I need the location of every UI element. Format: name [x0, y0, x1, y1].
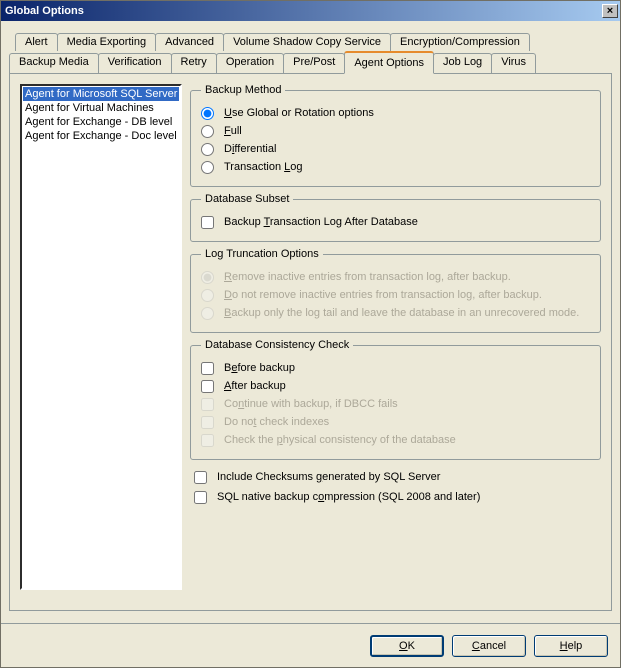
group-legend: Database Subset [201, 193, 293, 205]
group-legend: Log Truncation Options [201, 248, 323, 260]
option-label: Do not check indexes [224, 413, 329, 431]
radio-input[interactable] [201, 143, 214, 156]
group-database-consistency-check: Database Consistency Check Before backup… [190, 339, 601, 460]
tab-virus[interactable]: Virus [491, 53, 536, 73]
checkbox-input[interactable] [194, 471, 207, 484]
option-row: Do not check indexes [201, 413, 590, 431]
group-database-subset: Database Subset Backup Transaction Log A… [190, 193, 601, 242]
option-label: Use Global or Rotation options [224, 104, 374, 122]
close-button[interactable]: × [602, 4, 618, 18]
tab-backup-media[interactable]: Backup Media [9, 53, 99, 73]
radio-input[interactable] [201, 125, 214, 138]
option-row[interactable]: SQL native backup compression (SQL 2008 … [194, 488, 599, 506]
option-row[interactable]: After backup [201, 377, 590, 395]
checkbox-input[interactable] [201, 362, 214, 375]
radio-input[interactable] [201, 161, 214, 174]
option-label: Continue with backup, if DBCC fails [224, 395, 398, 413]
tab-advanced[interactable]: Advanced [155, 33, 224, 51]
checkbox-input [201, 398, 214, 411]
option-label: Remove inactive entries from transaction… [224, 268, 511, 286]
tab-media-exporting[interactable]: Media Exporting [57, 33, 157, 51]
option-label: Do not remove inactive entries from tran… [224, 286, 542, 304]
option-label: Transaction Log [224, 158, 303, 176]
tab-verification[interactable]: Verification [98, 53, 172, 73]
checkbox-input [201, 416, 214, 429]
option-row: Do not remove inactive entries from tran… [201, 286, 590, 304]
option-label: Include Checksums generated by SQL Serve… [217, 468, 440, 486]
tab-volume-shadow-copy-service[interactable]: Volume Shadow Copy Service [223, 33, 391, 51]
list-item[interactable]: Agent for Exchange - Doc level [23, 129, 179, 143]
option-label: SQL native backup compression (SQL 2008 … [217, 488, 480, 506]
option-label: Backup only the log tail and leave the d… [224, 304, 579, 322]
option-label: After backup [224, 377, 286, 395]
radio-input[interactable] [201, 107, 214, 120]
checkbox-input[interactable] [201, 216, 214, 229]
window-title: Global Options [5, 5, 602, 17]
option-row[interactable]: Include Checksums generated by SQL Serve… [194, 468, 599, 486]
checkbox-input [201, 434, 214, 447]
option-label: Check the physical consistency of the da… [224, 431, 456, 449]
radio-input [201, 271, 214, 284]
option-row: Continue with backup, if DBCC fails [201, 395, 590, 413]
tab-pre-post[interactable]: Pre/Post [283, 53, 345, 73]
tab-alert[interactable]: Alert [15, 33, 58, 51]
checkbox-input[interactable] [201, 380, 214, 393]
list-item[interactable]: Agent for Microsoft SQL Server [23, 87, 179, 101]
tab-encryption-compression[interactable]: Encryption/Compression [390, 33, 530, 51]
group-log-truncation: Log Truncation Options Remove inactive e… [190, 248, 601, 333]
tab-retry[interactable]: Retry [171, 53, 217, 73]
radio-input [201, 289, 214, 302]
dialog-button-bar: OK Cancel Help [1, 623, 620, 667]
tab-operation[interactable]: Operation [216, 53, 284, 73]
titlebar: Global Options × [1, 1, 620, 21]
tab-panel-agent-options: Agent for Microsoft SQL ServerAgent for … [9, 73, 612, 611]
group-legend: Database Consistency Check [201, 339, 353, 351]
global-options-window: Global Options × AlertMedia ExportingAdv… [0, 0, 621, 668]
option-row: Check the physical consistency of the da… [201, 431, 590, 449]
tab-job-log[interactable]: Job Log [433, 53, 492, 73]
option-label: Differential [224, 140, 276, 158]
client-area: AlertMedia ExportingAdvancedVolume Shado… [1, 21, 620, 617]
tab-strip: AlertMedia ExportingAdvancedVolume Shado… [9, 31, 612, 73]
cancel-button[interactable]: Cancel [452, 635, 526, 657]
list-item[interactable]: Agent for Virtual Machines [23, 101, 179, 115]
ok-button[interactable]: OK [370, 635, 444, 657]
free-options: Include Checksums generated by SQL Serve… [190, 466, 601, 506]
option-row[interactable]: Full [201, 122, 590, 140]
list-item[interactable]: Agent for Exchange - DB level [23, 115, 179, 129]
option-row[interactable]: Before backup [201, 359, 590, 377]
option-row[interactable]: Backup Transaction Log After Database [201, 213, 590, 231]
agent-listbox[interactable]: Agent for Microsoft SQL ServerAgent for … [20, 84, 182, 590]
checkbox-input[interactable] [194, 491, 207, 504]
help-button[interactable]: Help [534, 635, 608, 657]
close-icon: × [607, 5, 613, 17]
group-legend: Backup Method [201, 84, 285, 96]
option-row: Backup only the log tail and leave the d… [201, 304, 590, 322]
option-label: Before backup [224, 359, 295, 377]
option-label: Full [224, 122, 242, 140]
option-label: Backup Transaction Log After Database [224, 213, 418, 231]
option-row: Remove inactive entries from transaction… [201, 268, 590, 286]
option-row[interactable]: Differential [201, 140, 590, 158]
radio-input [201, 307, 214, 320]
option-row[interactable]: Transaction Log [201, 158, 590, 176]
option-row[interactable]: Use Global or Rotation options [201, 104, 590, 122]
tab-agent-options[interactable]: Agent Options [344, 51, 434, 74]
group-backup-method: Backup Method Use Global or Rotation opt… [190, 84, 601, 187]
agent-options-pane: Backup Method Use Global or Rotation opt… [190, 84, 601, 600]
